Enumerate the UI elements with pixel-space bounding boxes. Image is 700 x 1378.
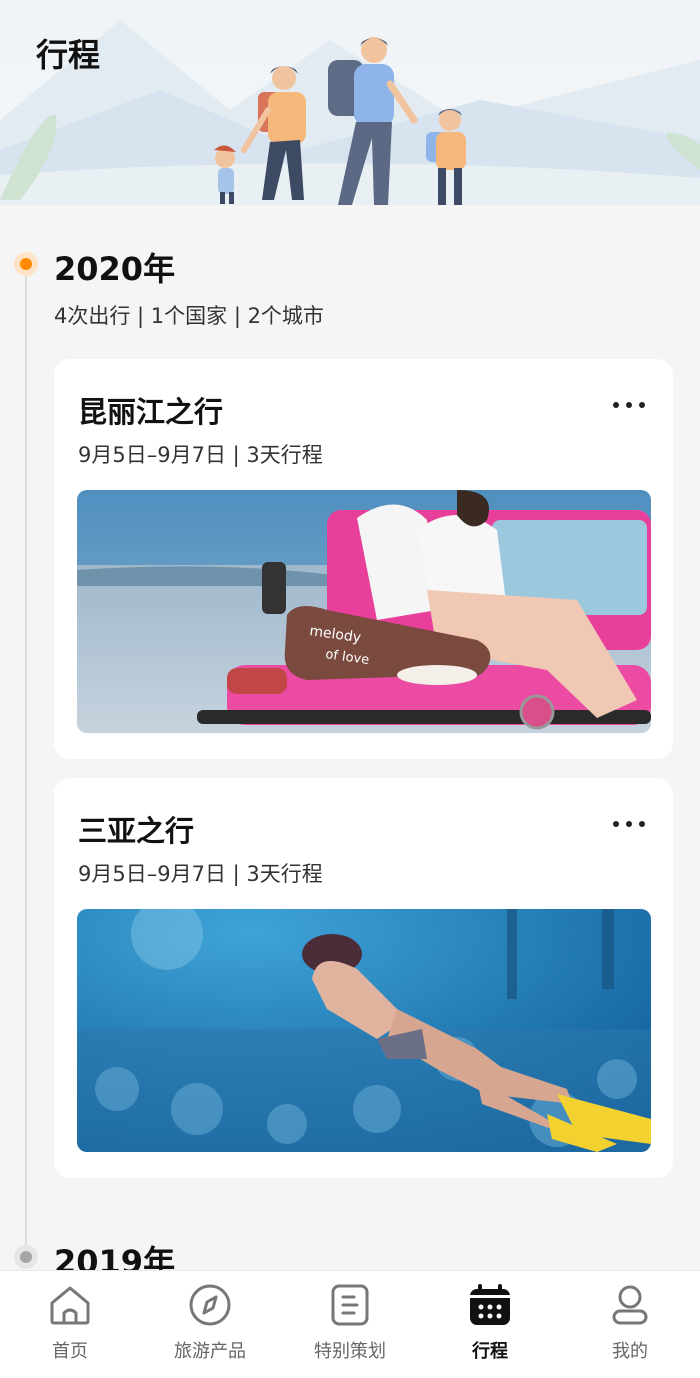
trip-photo[interactable] xyxy=(77,909,651,1152)
more-options-icon[interactable] xyxy=(613,399,645,411)
more-options-icon[interactable] xyxy=(613,818,645,830)
year-stats: 4次出行 | 1个国家 | 2个城市 xyxy=(54,304,324,328)
snorkeling-photo xyxy=(77,909,651,1152)
document-icon xyxy=(331,1284,369,1326)
tab-label: 行程 xyxy=(472,1341,508,1362)
trip-dates: 9月5日–9月7日 | 3天行程 xyxy=(78,862,323,886)
timeline-dot-inactive xyxy=(14,1245,38,1269)
tab-itinerary[interactable]: 行程 xyxy=(420,1271,560,1378)
tab-label: 旅游产品 xyxy=(174,1341,246,1362)
trip-title: 三亚之行 xyxy=(78,814,195,848)
user-icon xyxy=(612,1285,648,1325)
page-title: 行程 xyxy=(36,36,101,74)
itinerary-page: 行程 2020年 4次出行 | 1个国家 | 2个城市 昆丽江之行 9月5日–9… xyxy=(0,0,700,1378)
bottom-tab-bar: 首页 旅游产品 特别策划 行程 我的 xyxy=(0,1270,700,1378)
header-banner: 行程 xyxy=(0,0,700,210)
family-travel-illustration xyxy=(0,20,700,210)
compass-icon xyxy=(189,1284,231,1326)
trip-card[interactable]: 昆丽江之行 9月5日–9月7日 | 3天行程 melody of love xyxy=(54,359,673,759)
home-icon xyxy=(50,1286,90,1325)
tab-label: 首页 xyxy=(52,1341,88,1362)
couple-jeep-photo: melody of love xyxy=(77,490,651,733)
calendar-icon xyxy=(470,1284,510,1325)
trip-card[interactable]: 三亚之行 9月5日–9月7日 | 3天行程 xyxy=(54,778,673,1178)
trip-title: 昆丽江之行 xyxy=(78,395,224,429)
tab-home[interactable]: 首页 xyxy=(0,1271,140,1378)
tab-label: 我的 xyxy=(612,1341,648,1362)
tab-profile[interactable]: 我的 xyxy=(560,1271,700,1378)
trip-dates: 9月5日–9月7日 | 3天行程 xyxy=(78,443,323,467)
timeline-dot-active xyxy=(14,252,38,276)
year-title-2020: 2020年 xyxy=(54,250,176,288)
tab-products[interactable]: 旅游产品 xyxy=(140,1271,280,1378)
timeline-line xyxy=(25,265,27,1265)
trip-photo[interactable]: melody of love xyxy=(77,490,651,733)
tab-label: 特别策划 xyxy=(314,1341,386,1362)
tab-special[interactable]: 特别策划 xyxy=(280,1271,420,1378)
